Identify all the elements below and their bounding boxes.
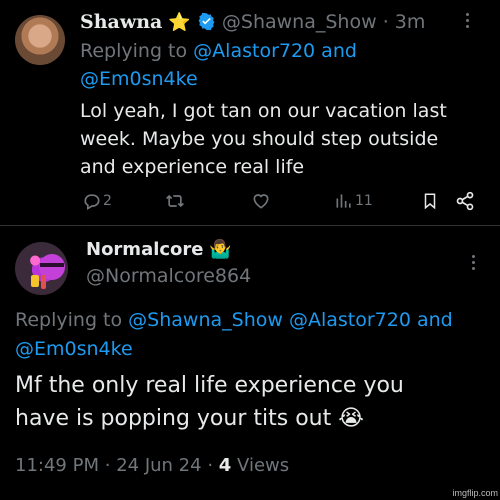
replying-to: Replying to @Alastor720 and @Em0sn4ke (80, 37, 357, 93)
tweet1-text: Lol yeah, I got tan on our vacation last… (80, 97, 447, 181)
avatar-normalcore[interactable] (15, 242, 68, 295)
handle[interactable]: @Normalcore864 (86, 265, 251, 287)
reply-icon (84, 194, 100, 210)
views-count: 11 (355, 193, 373, 209)
separator: · (382, 11, 389, 33)
heart-icon (253, 194, 269, 209)
replying-to-label: Replying to (15, 309, 123, 331)
replying-to-users[interactable]: @Shawna_Show @Alastor720 and (128, 309, 453, 331)
replying-to-label: Replying to (80, 40, 188, 62)
more-options-icon[interactable] (466, 13, 469, 31)
reply-count: 2 (103, 193, 112, 209)
avatar-shawna[interactable] (15, 15, 65, 65)
tweet2-text: Mf the only real life experience you hav… (15, 369, 404, 435)
imgflip-watermark: imgflip.com (452, 488, 498, 498)
views-button[interactable]: 11 (334, 191, 373, 211)
tweet2-header: Normalcore 🤷‍♂️ (86, 239, 232, 260)
like-button[interactable] (251, 191, 271, 211)
divider (0, 225, 500, 226)
verified-badge-icon (198, 12, 215, 31)
tweet-text-line: Mf the only real life experience you (15, 373, 404, 398)
retweet-button[interactable] (164, 191, 186, 211)
replying-to-users-line2[interactable]: @Em0sn4ke (15, 335, 453, 364)
retweet-icon (166, 194, 184, 208)
bookmark-icon (424, 193, 436, 210)
separator: · (104, 455, 111, 476)
post-time[interactable]: 11:49 PM (15, 455, 99, 476)
bookmark-button[interactable] (421, 191, 439, 211)
star-emoji: ⭐ (168, 12, 191, 33)
tweet1-header: Shawna ⭐ @Shawna_Show · 3m (80, 11, 425, 33)
crying-emoji: 😭 (338, 406, 364, 431)
tweet-text-line: and experience real life (80, 156, 305, 178)
display-name[interactable]: Normalcore (86, 239, 204, 260)
tweet-text-line: have is popping your tits out (15, 406, 332, 431)
share-icon (456, 191, 474, 211)
replying-to-users[interactable]: @Alastor720 and (193, 40, 357, 62)
more-options-icon[interactable] (472, 255, 475, 273)
separator: · (207, 455, 214, 476)
reply-action[interactable]: 2 (82, 191, 112, 211)
timestamp[interactable]: 3m (395, 11, 426, 33)
views-label: Views (237, 455, 290, 476)
display-name[interactable]: Shawna (80, 11, 162, 33)
tweet-text-line: week. Maybe you should step outside (80, 128, 439, 150)
handle[interactable]: @Shawna_Show (222, 11, 377, 33)
views-chart-icon (336, 194, 351, 208)
post-date[interactable]: 24 Jun 24 (116, 455, 201, 476)
tweet2-meta: 11:49 PM · 24 Jun 24 · 4 Views (15, 455, 289, 476)
tweet-text-line: Lol yeah, I got tan on our vacation last (80, 100, 447, 122)
views-count: 4 (218, 455, 232, 476)
replying-to: Replying to @Shawna_Show @Alastor720 and… (15, 306, 453, 364)
replying-to-users-line2[interactable]: @Em0sn4ke (80, 65, 357, 93)
share-button[interactable] (455, 191, 475, 211)
shrug-emoji: 🤷‍♂️ (209, 239, 232, 260)
